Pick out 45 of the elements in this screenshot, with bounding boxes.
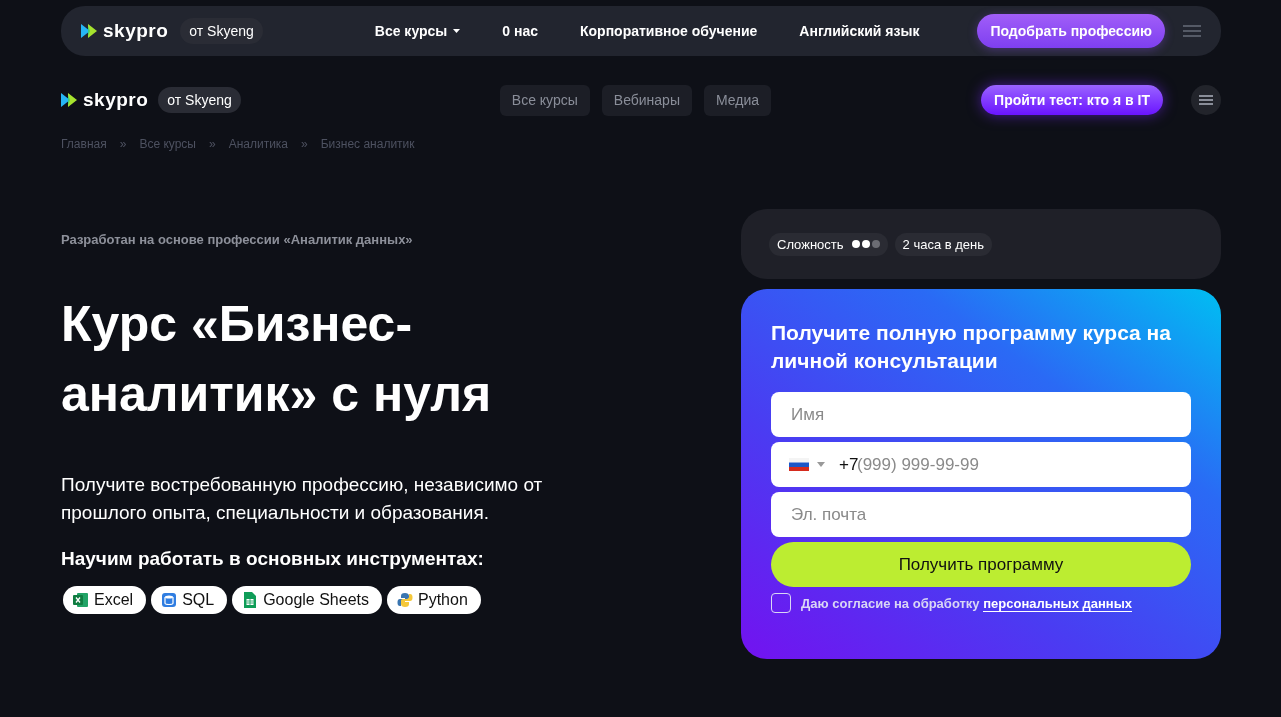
input-field[interactable]: Имя <box>771 392 1191 437</box>
logo-icon <box>61 91 77 109</box>
logo[interactable]: skypro <box>61 89 149 111</box>
tool-tag: Excel <box>63 586 147 614</box>
database-icon <box>161 592 178 608</box>
tools-heading: Научим работать в основных инструментах: <box>61 548 485 570</box>
spreadsheet-icon <box>73 592 89 608</box>
nav-link[interactable]: Корпоративное обучение <box>580 23 758 39</box>
form-title: Получите полную программу курса на личной консультации <box>771 320 1172 374</box>
nav-tab[interactable]: Медиа <box>703 84 772 116</box>
take-test-button[interactable]: Пройти тест: кто я в IT <box>981 85 1163 115</box>
course-description: Получите востребованную профессию, независимо от прошлого опыта, специальности и образования. <box>61 473 544 525</box>
nav-link[interactable]: 0 нас <box>502 23 538 39</box>
consent-text: Даю согласие на обработку персональных данных <box>801 595 1133 611</box>
caret-icon <box>453 29 461 33</box>
course-title: Курс «Бизнес-аналитик» с нуля <box>61 295 493 424</box>
nav-link[interactable]: Английский язык <box>799 23 920 39</box>
spreadsheet-icon <box>242 592 259 608</box>
input-field[interactable]: Эл. почта <box>771 492 1191 537</box>
consent-checkbox[interactable] <box>771 593 791 613</box>
tool-tag: SQL <box>151 586 228 614</box>
nav-tab[interactable]: Все курсы <box>499 84 590 116</box>
duration-tag: 2 часа в день <box>894 232 993 256</box>
menu-icon <box>1199 95 1213 105</box>
logo-icon <box>81 22 97 40</box>
tool-tag: Python <box>387 586 481 614</box>
phone-prefix: +7 <box>839 454 859 475</box>
logo[interactable]: skypro <box>81 20 169 42</box>
skyeng-badge: от Skyeng <box>180 18 263 44</box>
breadcrumb-separator: » <box>301 137 308 151</box>
flag-icon <box>789 457 809 472</box>
breadcrumb-separator: » <box>208 137 216 151</box>
skyeng-badge: от Skyeng <box>158 87 241 113</box>
difficulty-tag: Сложность <box>769 232 888 256</box>
nav-link[interactable]: Все курсы <box>374 23 461 39</box>
get-program-button[interactable]: Получить программу <box>771 542 1191 587</box>
choose-profession-button[interactable]: Подобрать профессию <box>977 14 1165 48</box>
course-note: Разработан на основе профессии «Аналитик данных» <box>61 232 414 247</box>
snake-icon <box>397 592 413 608</box>
caret-icon <box>817 462 825 467</box>
tool-tag: Google Sheets <box>232 586 382 614</box>
menu-button[interactable] <box>1191 85 1221 115</box>
personal-data-link[interactable]: персональных данных <box>983 595 1133 612</box>
nav-tab[interactable]: Вебинары <box>601 84 692 116</box>
breadcrumb-separator: » <box>119 137 127 151</box>
